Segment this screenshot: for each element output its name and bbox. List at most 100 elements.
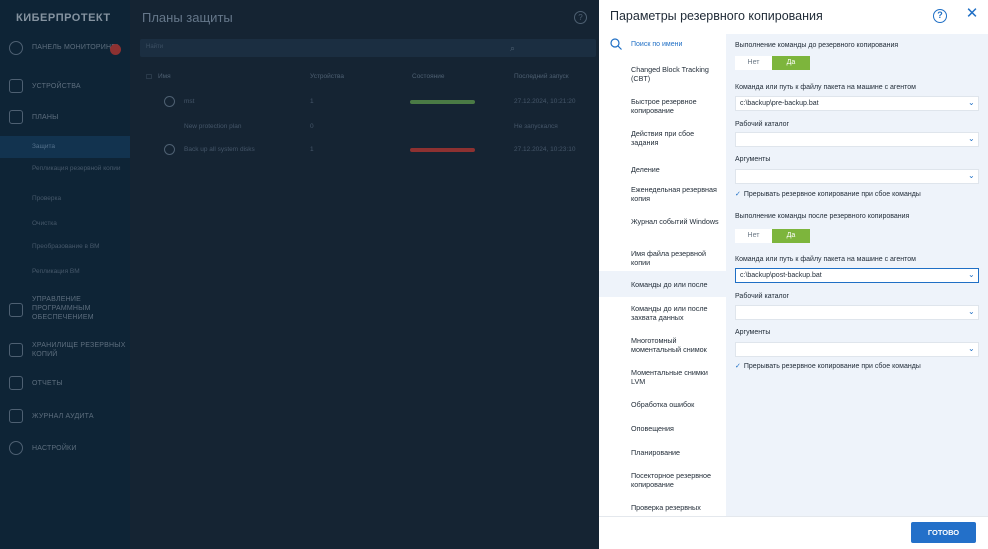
software-icon: [9, 303, 23, 317]
option-cbt[interactable]: Changed Block Tracking (CBT): [599, 60, 726, 90]
nav-dashboard[interactable]: ПАНЕЛЬ МОНИТОРИНГА: [0, 41, 130, 63]
option-windows-event-log[interactable]: Журнал событий Windows: [599, 212, 726, 242]
search-placeholder: Найти: [146, 44, 164, 50]
option-data-capture-commands[interactable]: Команды до или после захвата данных: [599, 300, 726, 330]
pre-command-no[interactable]: Нет: [735, 56, 772, 70]
pre-args-field[interactable]: ⌄: [735, 169, 979, 184]
pre-command-toggle[interactable]: Нет Да: [735, 56, 810, 70]
col-status[interactable]: Состояние: [412, 73, 444, 80]
post-abort-checkbox[interactable]: ✓ Прерывать резервное копирование при сбо…: [735, 362, 921, 370]
nav-devices[interactable]: УСТРОЙСТВА: [0, 79, 130, 95]
post-command-toggle[interactable]: Нет Да: [735, 229, 810, 243]
plan-name: New protection plan: [184, 123, 242, 130]
table-row[interactable]: mst 1 27.12.2024, 10:21:20: [140, 92, 596, 112]
option-label: Быстрое резервное копирование: [631, 97, 697, 115]
chevron-down-icon[interactable]: ⌄: [968, 307, 975, 316]
post-workdir-label: Рабочий каталог: [735, 293, 790, 300]
pre-workdir-field[interactable]: ⌄: [735, 132, 979, 147]
option-label: Деление: [631, 165, 660, 174]
help-icon[interactable]: ?: [933, 9, 947, 23]
option-label: Действия при сбое задания: [631, 129, 695, 147]
post-command-path-value: c:\backup\post-backup.bat: [740, 272, 822, 279]
table-header: ☐ Имя Устройства Состояние Последний зап…: [140, 70, 596, 84]
nav-settings[interactable]: НАСТРОЙКИ: [0, 441, 130, 457]
table-row[interactable]: Back up all system disks 1 27.12.2024, 1…: [140, 140, 596, 160]
nav-plans[interactable]: ПЛАНЫ: [0, 110, 130, 126]
table-row[interactable]: New protection plan 0 Не запускался: [140, 117, 596, 137]
plan-name: Back up all system disks: [184, 146, 255, 153]
sidebar-item-protection[interactable]: Защита: [0, 136, 130, 158]
option-pre-post-commands[interactable]: Команды до или после: [599, 271, 726, 297]
plans-search-input[interactable]: Найти ⌕: [140, 39, 596, 57]
nav-storage[interactable]: ХРАНИЛИЩЕ РЕЗЕРВНЫХ КОПИЙ: [0, 340, 130, 362]
post-command-no[interactable]: Нет: [735, 229, 772, 243]
sidebar-item-replication[interactable]: Репликация резервной копии: [0, 163, 130, 185]
post-workdir-field[interactable]: ⌄: [735, 305, 979, 320]
option-backup-file-name[interactable]: Имя файла резервной копии: [599, 244, 726, 274]
pre-args-label: Аргументы: [735, 156, 771, 163]
main-area: Планы защиты ? Найти ⌕ ☐ Имя Устройства …: [130, 0, 599, 549]
pre-workdir-label: Рабочий каталог: [735, 121, 790, 128]
post-command-path-label: Команда или путь к файлу пакета на машин…: [735, 256, 916, 263]
select-all-checkbox[interactable]: ☐: [146, 73, 152, 81]
panel-header: Параметры резервного копирования ? ✕: [599, 0, 988, 34]
search-icon: [610, 38, 622, 50]
plan-last-run: 27.12.2024, 10:23:10: [514, 146, 576, 153]
option-weekly-backup[interactable]: Еженедельная резервная копия: [599, 180, 726, 210]
nav-devices-label: УСТРОЙСТВА: [32, 83, 81, 90]
chevron-down-icon[interactable]: ⌄: [968, 171, 975, 180]
post-command-yes[interactable]: Да: [772, 229, 810, 243]
search-by-name[interactable]: Поиск по имени: [599, 34, 726, 58]
pre-command-path-label: Команда или путь к файлу пакета на машин…: [735, 84, 916, 91]
option-label: Многотомный моментальный снимок: [631, 336, 707, 354]
app-logo: КИБЕРПРОТЕКТ: [16, 12, 111, 24]
chevron-down-icon[interactable]: ⌄: [968, 344, 975, 353]
plan-name: mst: [184, 98, 195, 105]
pre-command-yes[interactable]: Да: [772, 56, 810, 70]
option-label: Команды до или после: [631, 280, 708, 289]
nav-software-label: УПРАВЛЕНИЕ ПРОГРАММНЫМ ОБЕСПЕЧЕНИЕМ: [32, 296, 94, 321]
option-sector-by-sector[interactable]: Посекторное резервное копирование: [599, 468, 726, 498]
reports-icon: [9, 376, 23, 390]
option-label: Changed Block Tracking (CBT): [631, 65, 709, 83]
nav-reports-label: ОТЧЕТЫ: [32, 380, 63, 387]
option-notifications[interactable]: Оповещения: [599, 418, 726, 442]
done-button[interactable]: ГОТОВО: [911, 522, 976, 543]
option-backup-validation[interactable]: Проверка резервных: [599, 500, 726, 516]
backup-options-panel: Параметры резервного копирования ? ✕ Пои…: [599, 0, 988, 549]
option-task-failure[interactable]: Действия при сбое задания: [599, 124, 726, 154]
pre-command-path-value: c:\backup\pre-backup.bat: [740, 100, 819, 107]
status-bar: [410, 100, 475, 104]
plan-status-icon: [164, 144, 175, 155]
close-icon[interactable]: ✕: [964, 6, 980, 22]
option-lvm-snapshots[interactable]: Моментальные снимки LVM: [599, 364, 726, 394]
post-command-path-field[interactable]: c:\backup\post-backup.bat ⌄: [735, 268, 979, 283]
option-multivolume-snapshot[interactable]: Многотомный моментальный снимок: [599, 332, 726, 362]
post-abort-label: Прерывать резервное копирование при сбое…: [743, 363, 921, 370]
chevron-down-icon[interactable]: ⌄: [968, 270, 975, 279]
sidebar-item-cleanup[interactable]: Очистка: [0, 217, 130, 231]
chevron-down-icon[interactable]: ⌄: [968, 134, 975, 143]
help-icon[interactable]: ?: [574, 11, 587, 24]
col-last-run[interactable]: Последний запуск: [514, 73, 569, 80]
option-label: Посекторное резервное копирование: [631, 471, 711, 489]
option-error-handling[interactable]: Обработка ошибок: [599, 394, 726, 418]
pre-abort-checkbox[interactable]: ✓ Прерывать резервное копирование при сбо…: [735, 190, 921, 198]
option-label: Журнал событий Windows: [631, 217, 719, 226]
gear-icon: [9, 441, 23, 455]
col-devices[interactable]: Устройства: [310, 73, 344, 80]
option-scheduling[interactable]: Планирование: [599, 442, 726, 466]
pre-command-path-field[interactable]: c:\backup\pre-backup.bat ⌄: [735, 96, 979, 111]
nav-reports[interactable]: ОТЧЕТЫ: [0, 376, 130, 392]
nav-audit[interactable]: ЖУРНАЛ АУДИТА: [0, 409, 130, 425]
plan-devices: 1: [310, 98, 314, 105]
nav-software[interactable]: УПРАВЛЕНИЕ ПРОГРАММНЫМ ОБЕСПЕЧЕНИЕМ: [0, 295, 130, 325]
chevron-down-icon[interactable]: ⌄: [968, 98, 975, 107]
post-args-field[interactable]: ⌄: [735, 342, 979, 357]
col-name[interactable]: Имя: [158, 73, 171, 80]
monitor-icon: [9, 79, 23, 93]
sidebar-item-validation[interactable]: Проверка: [0, 192, 130, 206]
sidebar-item-convert[interactable]: Преобразование в ВМ: [0, 240, 130, 254]
option-fast-backup[interactable]: Быстрое резервное копирование: [599, 92, 726, 122]
sidebar-item-vm-replication[interactable]: Репликация ВМ: [0, 265, 130, 279]
